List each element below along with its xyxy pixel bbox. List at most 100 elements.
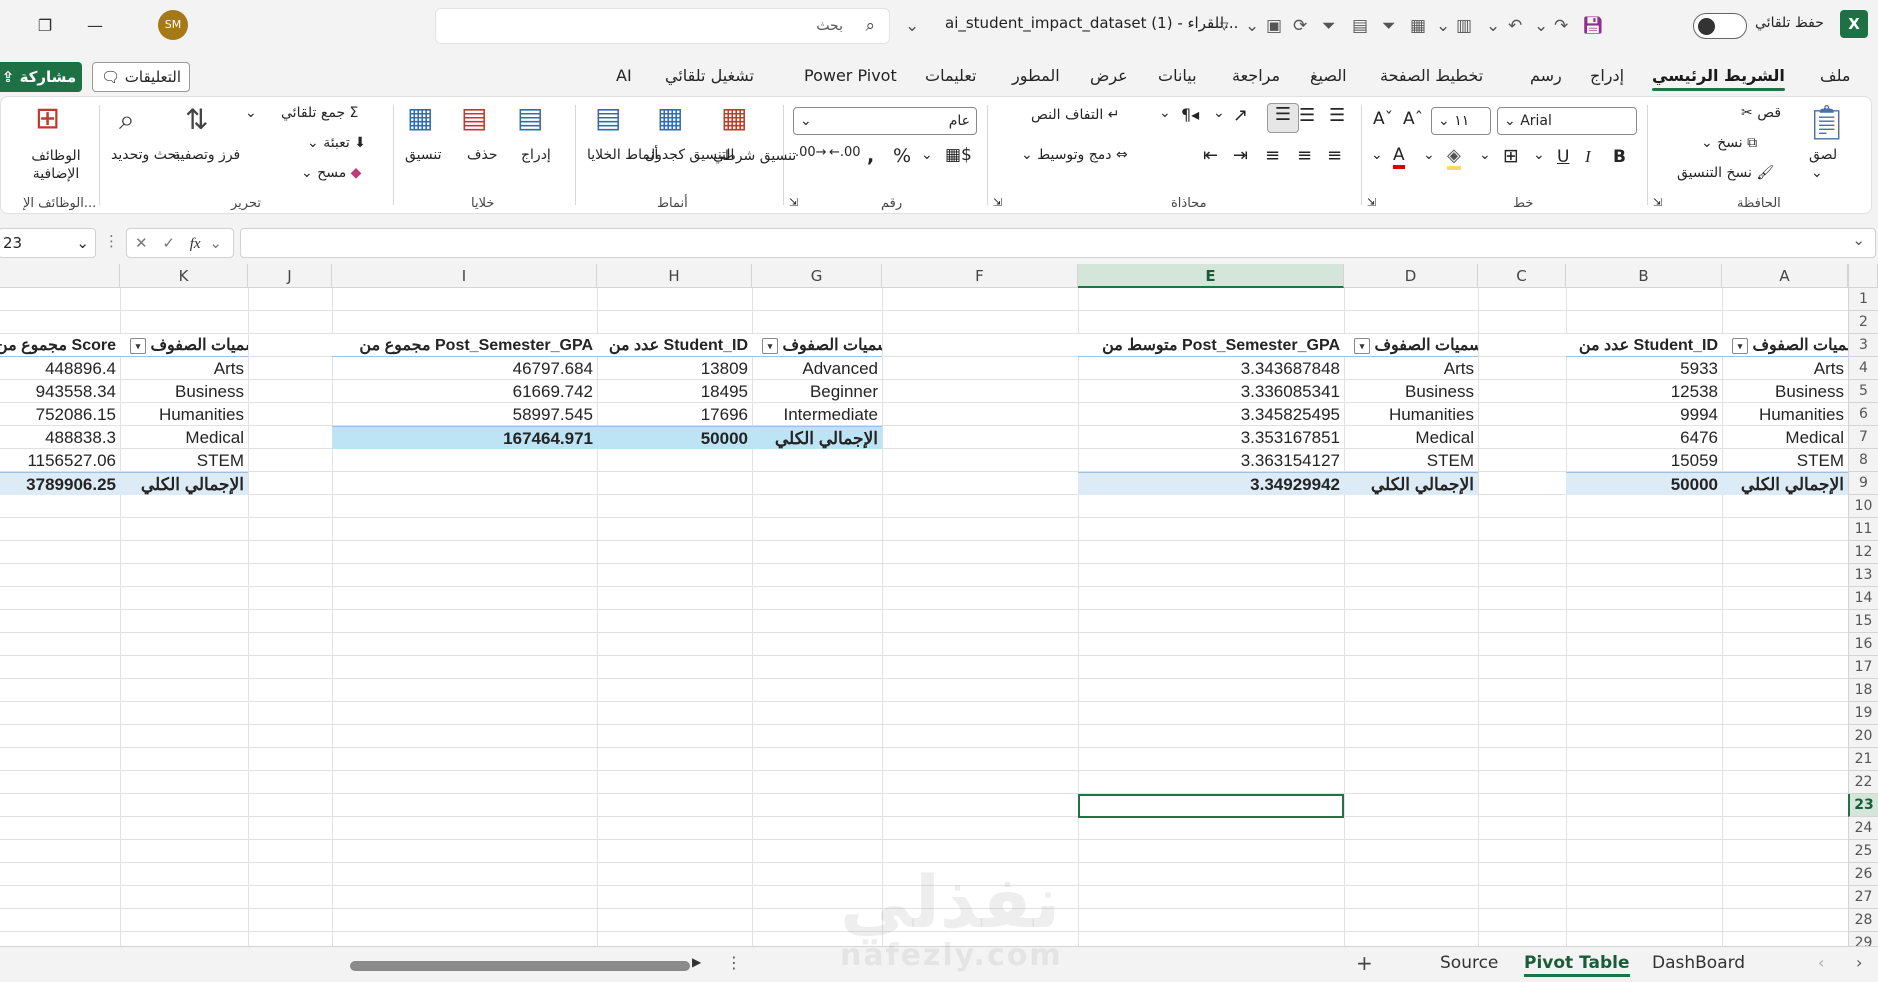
chart-icon[interactable]: ▥	[1456, 14, 1472, 38]
tab-automate[interactable]: تشغيل تلقائي	[665, 66, 754, 85]
worksheet-grid[interactable]: A B C D E F G H I J K 1 2 3 4 5 6 7 8 9 10 11 12 13 14 15 16 17 18 19…	[0, 264, 1878, 946]
row-header-5[interactable]: 5	[1848, 380, 1878, 403]
insert-cells-button[interactable]: إدراج	[521, 147, 551, 163]
align-middle-icon[interactable]: ☰	[1299, 105, 1315, 126]
pivot1-value-header[interactable]: عدد من Student_ID	[1566, 334, 1722, 357]
pivot2-row-value[interactable]: 3.343687848	[1078, 357, 1344, 380]
pivot4-row-value[interactable]: 1156527.06	[0, 449, 120, 472]
column-header-j[interactable]: J	[248, 264, 332, 288]
align-bottom-icon[interactable]: ☰	[1267, 103, 1299, 133]
tab-help[interactable]: تعليمات	[925, 66, 976, 85]
increase-font-icon[interactable]: Aˆ	[1403, 109, 1423, 129]
align-right-icon[interactable]: ≡	[1327, 145, 1342, 166]
pivot3-row-sum[interactable]: 61669.742	[332, 380, 597, 403]
tab-view[interactable]: عرض	[1090, 66, 1128, 85]
addins-button[interactable]: الوظائف الإضافية	[29, 147, 83, 183]
dialog-launcher-icon[interactable]: ⇲	[1367, 196, 1376, 209]
borders-icon[interactable]: ⊞	[1503, 145, 1519, 167]
row-header-18[interactable]: 18	[1848, 679, 1878, 702]
fill-button[interactable]: ⌄ تعبئة ⬇	[307, 135, 366, 151]
pivot2-total-value[interactable]: 3.34929942	[1078, 472, 1344, 495]
scroll-right-icon[interactable]: ›	[1856, 953, 1862, 972]
pivot4-row-value[interactable]: 752086.15	[0, 403, 120, 426]
pivot4-row-label-header[interactable]: ▾ تسميات الصفوف	[120, 334, 248, 357]
pivot3-row-label[interactable]: Intermediate	[752, 403, 882, 426]
avatar[interactable]: SM	[158, 10, 188, 40]
row-header-26[interactable]: 26	[1848, 863, 1878, 886]
pivot1-row-value[interactable]: 5933	[1566, 357, 1722, 380]
pivot4-row-value[interactable]: 488838.3	[0, 426, 120, 449]
pivot1-total-value[interactable]: 50000	[1566, 472, 1722, 495]
sort-filter-button[interactable]: فرز وتصفية	[173, 147, 240, 163]
file-title[interactable]: ai_student_impact_dataset (1) - للقراء..…	[945, 14, 1238, 32]
underline-icon[interactable]: U	[1557, 147, 1569, 167]
dialog-launcher-icon[interactable]: ⇲	[1653, 196, 1662, 209]
pivot4-row-label[interactable]: Arts	[120, 357, 248, 380]
row-header-13[interactable]: 13	[1848, 564, 1878, 587]
paste-button[interactable]: لصق	[1809, 147, 1837, 163]
pivot3-row-sum[interactable]: 46797.684	[332, 357, 597, 380]
decrease-font-icon[interactable]: Aˇ	[1373, 109, 1393, 129]
row-header-21[interactable]: 21	[1848, 748, 1878, 771]
row-header-7[interactable]: 7	[1848, 426, 1878, 449]
column-header-g[interactable]: G	[752, 264, 882, 288]
insert-cells-icon[interactable]: ▤	[517, 101, 543, 134]
merge-center-button[interactable]: ⌄ دمج وتوسيط ⇔	[1021, 147, 1128, 163]
chevron-down-icon[interactable]: ⌄	[245, 105, 257, 121]
tab-page-layout[interactable]: تخطيط الصفحة	[1380, 66, 1483, 85]
chevron-down-icon[interactable]: ⌄	[209, 234, 222, 252]
pivot3-row-count[interactable]: 13809	[597, 357, 752, 380]
row-header-11[interactable]: 11	[1848, 518, 1878, 541]
conditional-format-icon[interactable]: ▦	[721, 101, 747, 134]
chevron-down-icon[interactable]: ⌄	[1213, 105, 1225, 121]
delete-cells-button[interactable]: حذف	[467, 147, 498, 163]
italic-icon[interactable]: I	[1585, 147, 1591, 167]
pivot2-row-value[interactable]: 3.363154127	[1078, 449, 1344, 472]
cell-styles-button[interactable]: أنماط الخلايا	[587, 147, 658, 163]
cancel-icon[interactable]: ✕	[135, 234, 148, 252]
pivot3-row-label-header[interactable]: ▾ تسميات الصفوف	[752, 334, 882, 357]
add-sheet-button[interactable]: +	[1356, 951, 1373, 975]
expand-formula-icon[interactable]: ⌄	[1852, 231, 1865, 249]
copy-button[interactable]: ⌄ نسخ ⧉	[1701, 135, 1757, 151]
dropdown-icon[interactable]: ⌄	[1486, 14, 1500, 38]
percent-icon[interactable]: %	[893, 145, 911, 167]
increase-decimal-icon[interactable]: .00→	[795, 145, 827, 160]
cell-styles-icon[interactable]: ▤	[595, 101, 621, 134]
chevron-down-icon[interactable]: ⌄	[1423, 147, 1435, 163]
customize-qat-icon[interactable]: ▿	[1220, 14, 1229, 38]
addins-icon[interactable]: ⊞	[35, 101, 60, 136]
sheet-tab-dashboard[interactable]: DashBoard	[1652, 953, 1745, 973]
cut-button[interactable]: ✂ قص	[1741, 105, 1781, 121]
bold-icon[interactable]: B	[1613, 147, 1626, 167]
row-header-22[interactable]: 22	[1848, 771, 1878, 794]
pivot1-row-label[interactable]: Medical	[1722, 426, 1848, 449]
pivot3-row-count[interactable]: 17696	[597, 403, 752, 426]
pivot2-row-value[interactable]: 3.345825495	[1078, 403, 1344, 426]
column-header-h[interactable]: H	[597, 264, 752, 288]
more-options-icon[interactable]: ⋮	[726, 953, 742, 972]
filter-icon[interactable]: ⏷	[1322, 14, 1336, 38]
column-header-k[interactable]: K	[120, 264, 248, 288]
minimize-icon[interactable]: —	[80, 12, 110, 40]
row-header-23[interactable]: 23	[1848, 794, 1878, 817]
filter-clear-icon[interactable]: ⏷	[1382, 14, 1396, 38]
orientation-icon[interactable]: ↗	[1233, 105, 1248, 126]
decrease-indent-icon[interactable]: ⇤	[1203, 145, 1218, 166]
chevron-down-icon[interactable]: ⌄	[1533, 147, 1545, 163]
pivot2-total-label[interactable]: الإجمالي الكلي	[1344, 472, 1478, 495]
table-icon[interactable]: ▦	[1410, 14, 1426, 38]
pivot2-row-label[interactable]: Business	[1344, 380, 1478, 403]
pivot1-row-label-header[interactable]: ▾ تسميات الصفوف	[1722, 334, 1848, 357]
row-header-9[interactable]: 9	[1848, 472, 1878, 495]
redo-icon[interactable]: ↷	[1554, 14, 1568, 38]
accounting-format-icon[interactable]: ▦$	[945, 145, 972, 165]
number-format-select[interactable]: عام ⌄	[793, 107, 977, 135]
autosum-button[interactable]: جمع تلقائي Σ	[281, 105, 358, 121]
pivot4-row-label[interactable]: STEM	[120, 449, 248, 472]
align-top-icon[interactable]: ☰	[1329, 105, 1345, 126]
filter-dropdown-icon[interactable]: ▾	[1354, 337, 1370, 354]
pivot3-total-count[interactable]: 50000	[597, 426, 752, 449]
row-header-20[interactable]: 20	[1848, 725, 1878, 748]
column-header-c[interactable]: C	[1478, 264, 1566, 288]
